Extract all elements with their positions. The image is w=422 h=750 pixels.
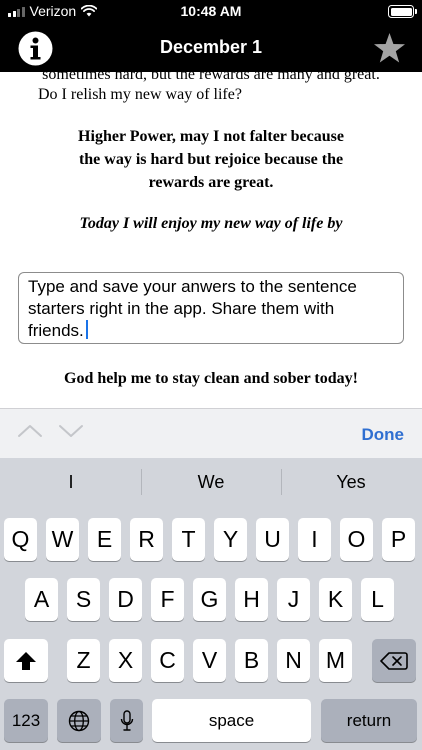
page-title: December 1	[159, 37, 263, 57]
prayer-line: rewards are great.	[148, 174, 274, 191]
key-u[interactable]: U	[256, 518, 289, 561]
key-h[interactable]: H	[235, 578, 268, 621]
key-k[interactable]: K	[319, 578, 352, 621]
key-m[interactable]: M	[319, 639, 352, 682]
suggestion-bar: I We Yes	[0, 458, 422, 506]
input-toolbar: Done	[0, 408, 422, 458]
answer-text: Type and save your anwers to the sentenc…	[28, 277, 357, 340]
globe-key[interactable]	[57, 699, 101, 742]
shift-arrow-icon	[16, 651, 36, 670]
globe-icon	[68, 710, 90, 731]
prayer-text: Higher Power, may I not falter because t…	[30, 125, 392, 194]
key-q[interactable]: Q	[4, 518, 37, 561]
key-a[interactable]: A	[25, 578, 58, 621]
suggestion-item[interactable]: I	[1, 472, 141, 493]
reading-text-cutoff: sometimes hard, but the rewards are many…	[42, 72, 380, 83]
microphone-icon	[120, 709, 133, 731]
shift-key[interactable]	[4, 639, 48, 682]
done-button[interactable]: Done	[362, 425, 405, 445]
text-cursor	[85, 320, 88, 339]
suggestion-item[interactable]: Yes	[281, 472, 421, 493]
chevron-down-icon[interactable]	[58, 421, 84, 441]
suggestion-item[interactable]: We	[141, 472, 281, 493]
sentence-starter: Today I will enjoy my new way of life by	[79, 215, 343, 232]
key-i[interactable]: I	[298, 518, 331, 561]
nav-bar: December 1	[0, 24, 422, 72]
key-s[interactable]: S	[67, 578, 100, 621]
star-icon[interactable]	[373, 32, 406, 65]
key-x[interactable]: X	[109, 639, 142, 682]
key-d[interactable]: D	[109, 578, 142, 621]
key-b[interactable]: B	[235, 639, 268, 682]
answer-input[interactable]: Type and save your anwers to the sentenc…	[18, 272, 404, 344]
dictation-key[interactable]	[110, 699, 143, 742]
key-o[interactable]: O	[340, 518, 373, 561]
key-w[interactable]: W	[46, 518, 79, 561]
reading-content: sometimes hard, but the rewards are many…	[0, 72, 422, 408]
return-key[interactable]: return	[321, 699, 417, 742]
key-r[interactable]: R	[130, 518, 163, 561]
battery-icon	[388, 5, 417, 18]
key-j[interactable]: J	[277, 578, 310, 621]
key-t[interactable]: T	[172, 518, 205, 561]
numbers-key[interactable]: 123	[4, 699, 48, 742]
key-v[interactable]: V	[193, 639, 226, 682]
key-p[interactable]: P	[382, 518, 415, 561]
prayer-line: the way is hard but rejoice because the	[78, 151, 344, 168]
delete-key[interactable]	[372, 639, 416, 682]
key-e[interactable]: E	[88, 518, 121, 561]
keyboard: I We Yes Q W E R T Y U I O P A S D F G H…	[0, 458, 422, 750]
backspace-icon	[380, 651, 408, 670]
status-time: 10:48 AM	[180, 3, 242, 19]
key-n[interactable]: N	[277, 639, 310, 682]
key-g[interactable]: G	[193, 578, 226, 621]
key-f[interactable]: F	[151, 578, 184, 621]
chevron-up-icon[interactable]	[17, 421, 43, 441]
key-z[interactable]: Z	[67, 639, 100, 682]
key-c[interactable]: C	[151, 639, 184, 682]
reading-question: Do I relish my new way of life?	[38, 86, 242, 103]
closing-prayer: God help me to stay clean and sober toda…	[64, 370, 358, 387]
status-bar: Verizon 10:48 AM	[0, 0, 422, 24]
prayer-line: Higher Power, may I not falter because	[78, 128, 344, 145]
space-key[interactable]: space	[152, 699, 311, 742]
key-y[interactable]: Y	[214, 518, 247, 561]
key-l[interactable]: L	[361, 578, 394, 621]
